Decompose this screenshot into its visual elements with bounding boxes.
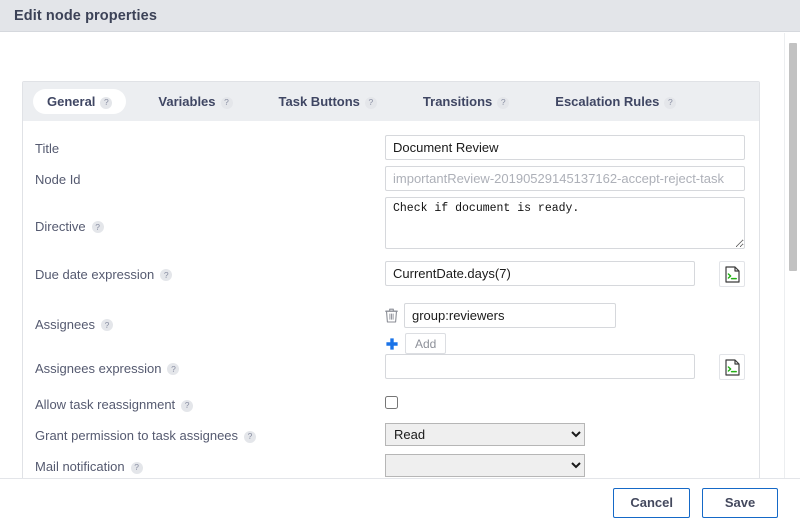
label-allow-task-reassignment-text: Allow task reassignment [35,397,176,412]
plus-icon [386,337,398,350]
tab-variables-label: Variables [158,94,216,109]
label-node-id: Node Id [35,163,385,195]
label-assignees: Assignees ? [35,297,385,351]
assignees-expression-input[interactable] [385,354,695,379]
row-node-id: Node Id [23,163,759,195]
help-icon[interactable]: ? [91,221,104,233]
trash-icon [385,308,398,323]
due-date-script-editor-button[interactable] [719,261,745,287]
row-assignees-expression: Assignees expression ? [23,351,759,389]
vertical-scrollbar-thumb[interactable] [789,43,797,271]
help-icon[interactable]: ? [130,461,143,474]
label-mail-notification: Mail notification ? [35,451,385,478]
save-button[interactable]: Save [702,487,778,518]
help-icon[interactable]: ? [220,96,233,109]
dialog-body: General ? Variables ? Task Buttons ? Tra… [0,33,800,478]
label-grant-permission: Grant permission to task assignees ? [35,420,385,451]
tab-escalation-rules-label: Escalation Rules [555,94,660,109]
label-due-date-expression: Due date expression ? [35,257,385,291]
label-mail-notification-text: Mail notification [35,459,125,474]
due-date-expression-input[interactable] [385,261,695,286]
tab-escalation-rules[interactable]: Escalation Rules ? [541,89,690,114]
tab-transitions[interactable]: Transitions ? [409,89,523,114]
label-directive: Directive ? [35,195,385,257]
help-icon[interactable]: ? [100,319,113,331]
help-icon[interactable]: ? [244,430,257,443]
help-icon[interactable]: ? [181,399,194,412]
row-due-date-expression: Due date expression ? [23,257,759,297]
help-icon[interactable]: ? [364,96,377,109]
page-title: Edit node properties [14,7,157,24]
tab-task-buttons[interactable]: Task Buttons ? [265,89,391,114]
label-assignees-expression-text: Assignees expression [35,360,162,376]
label-grant-permission-text: Grant permission to task assignees [35,428,239,443]
add-assignee-icon-button[interactable] [385,337,399,351]
row-mail-notification: Mail notification ? [23,451,759,478]
label-allow-task-reassignment: Allow task reassignment ? [35,389,385,420]
assignees-expression-script-editor-button[interactable] [719,354,745,380]
directive-textarea[interactable]: Check if document is ready. [385,197,745,249]
help-icon[interactable]: ? [497,96,510,109]
cancel-button[interactable]: Cancel [613,487,690,518]
script-editor-icon [724,358,740,376]
assignees-list: Add [385,303,616,354]
row-allow-task-reassignment: Allow task reassignment ? [23,389,759,420]
assignee-input[interactable] [404,303,616,328]
delete-assignee-button[interactable] [385,308,398,323]
node-id-input [385,166,745,191]
label-node-id-text: Node Id [35,171,81,187]
tab-general-label: General [47,94,96,109]
help-icon[interactable]: ? [160,269,173,281]
row-title: Title [23,133,759,163]
row-directive: Directive ? Check if document is ready. [23,195,759,257]
help-icon[interactable]: ? [167,363,180,375]
label-title: Title [35,133,385,163]
row-grant-permission: Grant permission to task assignees ? Rea… [23,420,759,451]
label-directive-text: Directive [35,218,86,234]
dialog-footer: Cancel Save [0,478,800,526]
allow-task-reassignment-checkbox[interactable] [385,396,398,409]
tab-transitions-label: Transitions [422,94,493,109]
grant-permission-select[interactable]: Read [385,423,585,446]
label-title-text: Title [35,140,60,156]
script-editor-icon [724,265,740,283]
help-icon[interactable]: ? [100,96,113,109]
label-due-date-expression-text: Due date expression [35,266,155,282]
general-form: Title Node Id Directive ? [23,121,759,478]
tab-general[interactable]: General ? [33,89,127,114]
properties-panel: General ? Variables ? Task Buttons ? Tra… [22,81,760,478]
tab-task-buttons-label: Task Buttons [278,94,360,109]
assignee-row [385,303,616,328]
label-assignees-text: Assignees [35,316,95,332]
vertical-scrollbar-track[interactable] [784,33,800,478]
title-input[interactable] [385,135,745,160]
help-icon[interactable]: ? [664,96,677,109]
tab-variables[interactable]: Variables ? [144,89,246,114]
mail-notification-select[interactable] [385,454,585,477]
row-assignees: Assignees ? group:reviewers Add [23,297,759,354]
window-titlebar: Edit node properties [0,0,800,32]
tab-bar: General ? Variables ? Task Buttons ? Tra… [23,82,759,121]
label-assignees-expression: Assignees expression ? [35,351,385,385]
